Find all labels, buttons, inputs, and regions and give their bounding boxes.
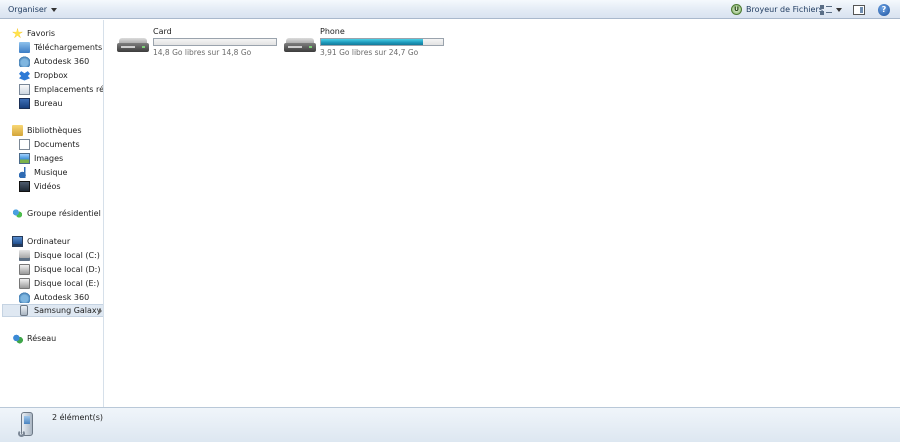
content-pane: Card 14,8 Go libres sur 14,8 Go Phone 3,… — [105, 20, 900, 407]
star-icon — [12, 28, 23, 39]
file-shredder-label: Broyeur de Fichiers — [746, 5, 823, 14]
nav-label: Ordinateur — [27, 237, 71, 246]
nav-label: Disque local (E:) — [34, 279, 100, 288]
nav-item-recent-places[interactable]: Emplacements récents — [19, 83, 104, 96]
drive-usage-bar — [320, 38, 444, 46]
nav-item-documents[interactable]: Documents — [19, 138, 80, 151]
nav-computer[interactable]: Ordinateur — [12, 235, 70, 248]
nav-label: Favoris — [27, 29, 56, 38]
nav-item-autodesk-360[interactable]: Autodesk 360 — [19, 55, 89, 68]
documents-icon — [19, 139, 30, 150]
nav-label: Disque local (D:) — [34, 265, 101, 274]
view-options-chevron-icon[interactable] — [836, 7, 842, 12]
recent-places-icon — [19, 84, 30, 95]
drive-free-space: 3,91 Go libres sur 24,7 Go — [320, 48, 419, 57]
nav-label: Documents — [34, 140, 80, 149]
shredder-u-icon: U — [731, 4, 742, 15]
nav-homegroup[interactable]: Groupe résidentiel — [12, 207, 101, 220]
drive-name: Card — [153, 27, 172, 36]
nav-label: Musique — [34, 168, 68, 177]
organize-button[interactable]: Organiser — [4, 0, 61, 19]
cloud-icon — [19, 292, 30, 303]
help-button[interactable]: ? — [878, 0, 890, 19]
nav-label: Dropbox — [34, 71, 68, 80]
nav-label: Groupe résidentiel — [27, 209, 101, 218]
drive-usage-bar — [153, 38, 277, 46]
item-count: 2 élément(s) — [52, 413, 104, 422]
nav-item-drive-d[interactable]: Disque local (D:) — [19, 263, 100, 276]
nav-item-desktop[interactable]: Bureau — [19, 97, 63, 110]
dropbox-icon — [19, 71, 30, 81]
pictures-icon — [19, 153, 30, 164]
drive-icon — [19, 264, 30, 275]
nav-label: Samsung Galaxy S7 edge — [34, 306, 103, 315]
nav-label: Disque local (C:) — [34, 251, 100, 260]
network-icon — [12, 333, 23, 344]
change-view-button[interactable] — [817, 0, 845, 19]
phone-icon — [20, 305, 28, 316]
storage-drive-icon — [117, 38, 149, 54]
drive-name: Phone — [320, 27, 345, 36]
nav-label: Réseau — [27, 334, 57, 343]
nav-item-downloads[interactable]: Téléchargements — [19, 41, 102, 54]
computer-icon — [12, 236, 23, 247]
drive-card[interactable]: Card 14,8 Go libres sur 14,8 Go — [117, 26, 287, 60]
nav-item-music[interactable]: Musique — [19, 166, 67, 179]
nav-item-images[interactable]: Images — [19, 152, 63, 165]
nav-label: Bibliothèques — [27, 126, 82, 135]
nav-item-samsung-galaxy-s7[interactable]: Samsung Galaxy S7 edge — [2, 304, 103, 317]
storage-drive-icon — [284, 38, 316, 54]
help-icon: ? — [878, 3, 890, 16]
videos-icon — [19, 181, 30, 192]
navigation-pane: Favoris Téléchargements Autodesk 360 Dro… — [0, 20, 104, 407]
expand-arrow-icon[interactable] — [99, 308, 102, 314]
phone-device-icon — [18, 412, 36, 438]
nav-item-dropbox[interactable]: Dropbox — [19, 69, 68, 82]
file-shredder-button[interactable]: U Broyeur de Fichiers — [728, 0, 826, 19]
nav-item-autodesk-360-computer[interactable]: Autodesk 360 — [19, 291, 89, 304]
drive-phone[interactable]: Phone 3,91 Go libres sur 24,7 Go — [284, 26, 454, 60]
preview-pane-button[interactable] — [853, 0, 865, 19]
drive-usage-fill — [321, 39, 424, 45]
command-bar: Organiser U Broyeur de Fichiers ? — [0, 0, 900, 19]
nav-label: Autodesk 360 — [34, 57, 90, 66]
downloads-icon — [19, 42, 30, 53]
nav-item-drive-c[interactable]: Disque local (C:) — [19, 249, 100, 262]
organize-label: Organiser — [8, 5, 48, 14]
nav-label: Emplacements récents — [34, 85, 104, 94]
preview-pane-icon — [853, 4, 865, 15]
desktop-icon — [19, 98, 30, 109]
system-drive-icon — [19, 250, 30, 261]
nav-label: Bureau — [34, 99, 63, 108]
nav-favorites[interactable]: Favoris — [12, 27, 55, 40]
nav-network[interactable]: Réseau — [12, 332, 56, 345]
nav-item-videos[interactable]: Vidéos — [19, 180, 61, 193]
drive-free-space: 14,8 Go libres sur 14,8 Go — [153, 48, 252, 57]
nav-label: Images — [34, 154, 64, 163]
nav-label: Vidéos — [34, 182, 61, 191]
nav-label: Autodesk 360 — [34, 293, 90, 302]
chevron-down-icon — [51, 7, 58, 12]
view-options-icon — [820, 4, 832, 15]
details-pane: 2 élément(s) — [0, 407, 900, 442]
homegroup-icon — [12, 208, 23, 219]
drive-icon — [19, 278, 30, 289]
nav-libraries[interactable]: Bibliothèques — [12, 124, 82, 137]
nav-label: Téléchargements — [34, 43, 103, 52]
libraries-icon — [12, 125, 23, 136]
cloud-icon — [19, 56, 30, 67]
nav-item-drive-e[interactable]: Disque local (E:) — [19, 277, 99, 290]
music-icon — [19, 167, 30, 178]
